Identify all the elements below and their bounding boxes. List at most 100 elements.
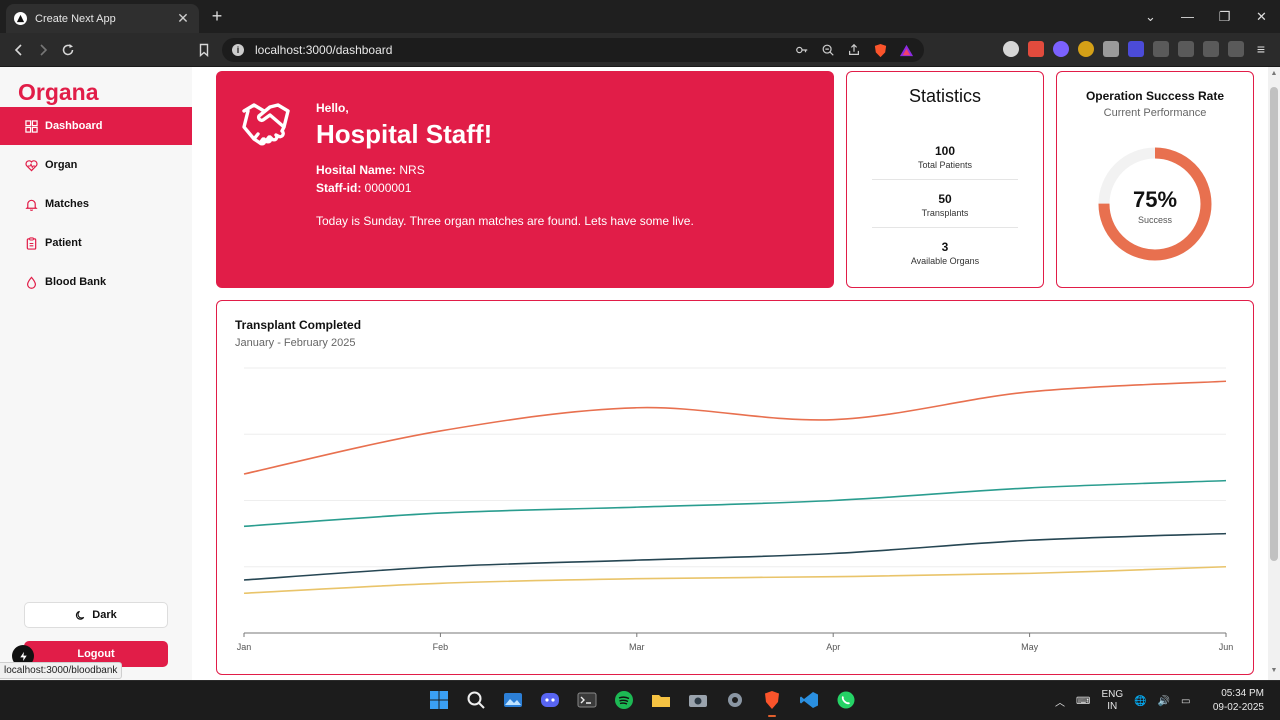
stat-label: Total Patients (917, 160, 973, 170)
site-info-icon[interactable]: i (232, 44, 244, 56)
url-text: localhost:3000/dashboard (255, 43, 393, 57)
sidebar-item-patient[interactable]: Patient (0, 224, 192, 262)
heart-pulse-icon (25, 159, 38, 171)
chart-title: Transplant Completed (235, 318, 362, 332)
vscode-app-icon[interactable] (797, 688, 821, 712)
leo-ai-icon[interactable] (1203, 41, 1219, 57)
staff-id-label: Staff-id: (316, 181, 362, 195)
zoom-icon[interactable] (820, 42, 836, 58)
sidebar-item-dashboard[interactable]: Dashboard (0, 107, 192, 145)
chart-x-tick-label: Jun (1219, 642, 1234, 652)
link-status-bar: localhost:3000/bloodbank (0, 662, 123, 679)
brave-browser-icon[interactable] (760, 688, 784, 717)
menu-icon[interactable]: ≡ (1253, 41, 1269, 57)
wallet-icon[interactable] (1178, 41, 1194, 57)
nextjs-favicon-icon (14, 12, 27, 25)
welcome-card: Hello, Hospital Staff! Hosital Name: NRS… (216, 71, 834, 288)
browser-tab[interactable]: Create Next App ✕ (6, 4, 199, 33)
moon-icon (76, 610, 85, 620)
settings-gear-icon[interactable] (723, 688, 747, 712)
droplet-icon (26, 275, 37, 289)
dark-mode-button[interactable]: Dark (24, 602, 168, 628)
maximize-button[interactable]: ❐ (1206, 0, 1243, 33)
forward-button[interactable] (33, 40, 53, 60)
success-rate-value: 75% (1132, 187, 1178, 212)
keyboard-icon[interactable]: ⌨ (1076, 696, 1090, 707)
staff-id-line: Staff-id: 0000001 (316, 181, 411, 195)
system-tray: ︿ ⌨ ENG IN 🌐 🔊 ▭ (1055, 689, 1190, 713)
windows-taskbar: ︿ ⌨ ENG IN 🌐 🔊 ▭ 05:34 PM 09-02-2025 (0, 680, 1280, 720)
reload-button[interactable] (58, 40, 78, 60)
terminal-app-icon[interactable] (575, 688, 599, 712)
bell-icon (25, 199, 38, 211)
volume-icon[interactable]: 🔊 (1158, 696, 1170, 707)
transplant-line-chart: Jan Feb Mar Apr May Jun (237, 367, 1234, 652)
key-icon[interactable] (794, 42, 810, 58)
sidebar-item-label: Matches (45, 198, 90, 210)
stat-total-patients: 100 Total Patients (872, 144, 1018, 170)
chart-x-tick-label: Feb (433, 642, 449, 652)
coin-extension-icon[interactable] (1078, 41, 1094, 57)
transplant-chart-card: Jan Feb Mar Apr May Jun Transplant Completed … (216, 300, 1254, 675)
photos-app-icon[interactable] (501, 688, 525, 712)
chart-x-tick-label: Mar (629, 642, 645, 652)
sidebar-item-matches[interactable]: Matches (0, 185, 192, 223)
sidebar-item-label: Dashboard (45, 120, 103, 132)
address-bar[interactable]: i localhost:3000/dashboard (222, 38, 924, 62)
vpn-shield-icon[interactable] (1228, 41, 1244, 57)
tab-close-icon[interactable]: ✕ (175, 10, 191, 27)
hospital-name-label: Hosital Name: (316, 163, 397, 177)
browser-toolbar: i localhost:3000/dashboard ≡ (0, 33, 1280, 67)
spotify-app-icon[interactable] (612, 688, 636, 712)
stat-value: 3 (941, 240, 949, 254)
camera-app-icon[interactable] (686, 688, 710, 712)
sidebar-item-blood-bank[interactable]: Blood Bank (0, 263, 192, 301)
sidebar-item-organ[interactable]: Organ (0, 146, 192, 184)
minimize-button[interactable]: — (1169, 0, 1206, 33)
staff-id-value: 0000001 (364, 181, 412, 195)
chevron-up-icon[interactable]: ︿ (1055, 694, 1065, 709)
battery-icon[interactable]: ▭ (1181, 696, 1190, 707)
red-extension-icon[interactable] (1028, 41, 1044, 57)
discord-app-icon[interactable] (538, 688, 562, 712)
capture-extension-icon[interactable] (1128, 41, 1144, 57)
whatsapp-app-icon[interactable] (834, 688, 858, 712)
stat-value: 100 (934, 144, 956, 158)
page-scrollbar[interactable]: ▲ ▼ (1268, 67, 1280, 680)
qr-extension-icon[interactable] (1103, 41, 1119, 57)
language-indicator[interactable]: ENG IN (1101, 689, 1123, 713)
greeting-text: Hello, (316, 101, 349, 115)
brand-logo[interactable]: Organa (18, 79, 99, 106)
purple-extension-icon[interactable] (1053, 41, 1069, 57)
scroll-up-arrow-icon[interactable]: ▲ (1268, 70, 1280, 80)
dark-mode-label: Dark (92, 609, 117, 621)
brave-shield-icon[interactable] (872, 42, 888, 58)
bookmark-icon[interactable] (194, 40, 214, 60)
bulb-extension-icon[interactable] (1003, 41, 1019, 57)
share-icon[interactable] (846, 42, 862, 58)
daily-message: Today is Sunday. Three organ matches are… (316, 214, 694, 228)
chart-series-line-4 (243, 565, 1227, 595)
tab-search-chevron-icon[interactable]: ⌄ (1132, 0, 1169, 33)
windows-start-icon[interactable] (427, 688, 451, 712)
network-icon[interactable]: 🌐 (1134, 696, 1146, 707)
system-clock[interactable]: 05:34 PM 09-02-2025 (1213, 687, 1264, 715)
back-button[interactable] (9, 40, 29, 60)
statistics-title: Statistics (908, 86, 982, 106)
handshake-icon (242, 103, 290, 146)
search-icon[interactable] (464, 688, 488, 712)
extension-icons: ≡ (1003, 41, 1269, 57)
sidebar: Organa Dashboard Organ Matches Patient B… (0, 67, 192, 680)
scroll-down-arrow-icon[interactable]: ▼ (1268, 667, 1280, 677)
file-explorer-icon[interactable] (649, 688, 673, 712)
statistics-card: Statistics 100 Total Patients 50 Transpl… (846, 71, 1044, 288)
hospital-name-value: NRS (399, 163, 425, 177)
success-rate-label: Success (1137, 215, 1172, 225)
chart-series-line-2 (243, 479, 1227, 528)
scroll-thumb[interactable] (1270, 87, 1278, 561)
hospital-name-line: Hosital Name: NRS (316, 163, 425, 177)
close-window-button[interactable]: ✕ (1243, 0, 1280, 33)
new-tab-button[interactable]: + (207, 6, 227, 26)
brave-rewards-icon[interactable] (898, 42, 914, 58)
puzzle-extension-icon[interactable] (1153, 41, 1169, 57)
